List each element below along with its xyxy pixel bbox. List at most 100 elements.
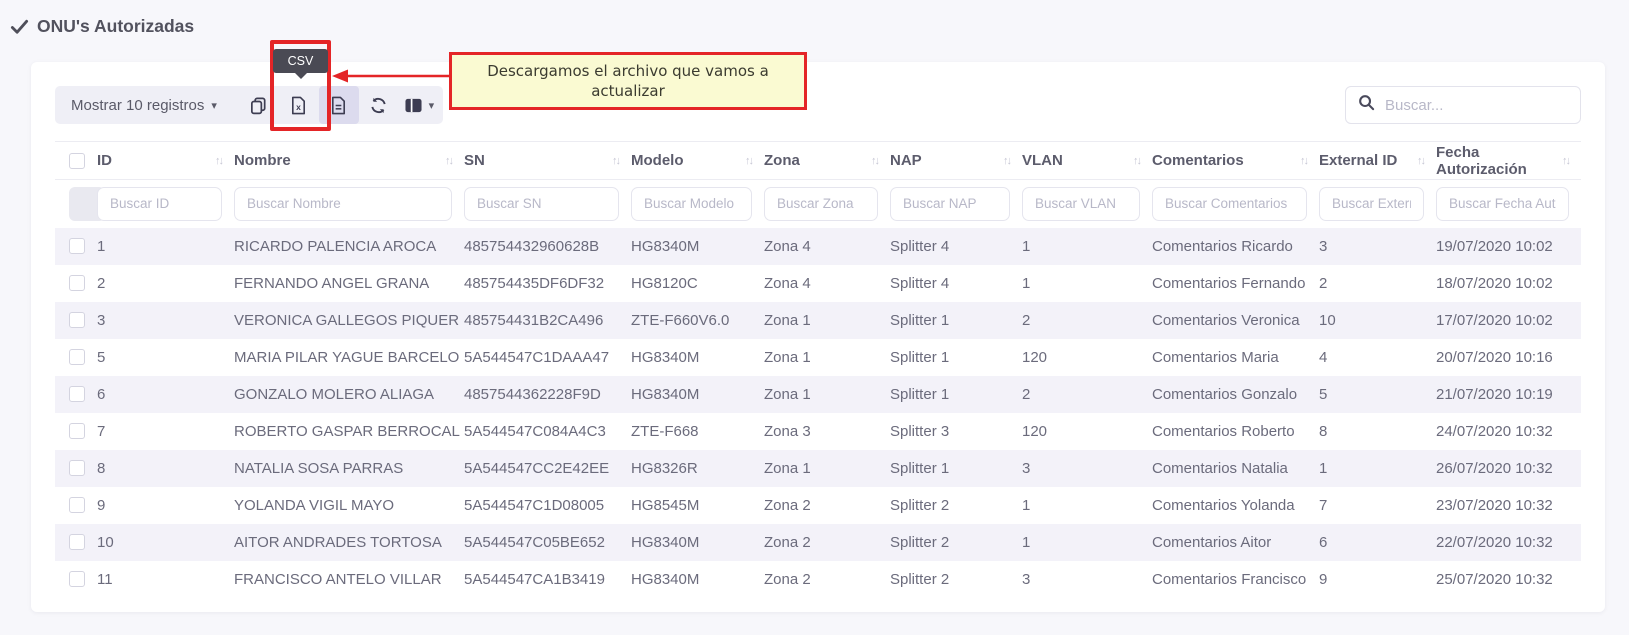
table-row: 10AITOR ANDRADES TORTOSA5A544547C05BE652… [55, 524, 1581, 561]
cell-external_id: 1 [1319, 450, 1436, 487]
column-header-sn[interactable]: SN↑↓ [464, 142, 631, 180]
row-checkbox[interactable] [69, 238, 85, 254]
column-header-nombre[interactable]: Nombre↑↓ [234, 142, 464, 180]
column-header-nap[interactable]: NAP↑↓ [890, 142, 1022, 180]
filter-input-vlan[interactable] [1022, 187, 1140, 221]
cell-nap: Splitter 2 [890, 561, 1022, 598]
cell-zona: Zona 2 [764, 524, 890, 561]
column-header-external_id[interactable]: External ID↑↓ [1319, 142, 1436, 180]
cell-zona: Zona 3 [764, 413, 890, 450]
column-label: VLAN [1022, 152, 1063, 169]
sort-icon[interactable]: ↑↓ [1003, 155, 1010, 167]
cell-external_id: 8 [1319, 413, 1436, 450]
cell-comentarios: Comentarios Francisco [1152, 561, 1319, 598]
column-header-comentarios[interactable]: Comentarios↑↓ [1152, 142, 1319, 180]
cell-external_id: 4 [1319, 339, 1436, 376]
cell-nombre: NATALIA SOSA PARRAS [234, 450, 464, 487]
column-header-vlan[interactable]: VLAN ↑↓ [1022, 142, 1152, 180]
table-row: 7ROBERTO GASPAR BERROCAL5A544547C084A4C3… [55, 413, 1581, 450]
table-row: 3VERONICA GALLEGOS PIQUER485754431B2CA49… [55, 302, 1581, 339]
header-row: ID↑↓Nombre↑↓SN↑↓Modelo↑↓Zona↑↓NAP↑↓VLAN ↑… [55, 142, 1581, 180]
filter-input-nombre[interactable] [234, 187, 452, 221]
column-header-id[interactable]: ID↑↓ [97, 142, 234, 180]
filter-input-external_id[interactable] [1319, 187, 1424, 221]
cell-vlan: 1 [1022, 265, 1152, 302]
page-length-select[interactable]: Mostrar 10 registros ▾ [71, 97, 217, 114]
cell-comentarios: Comentarios Ricardo [1152, 228, 1319, 265]
global-search [1345, 86, 1581, 124]
row-checkbox[interactable] [69, 460, 85, 476]
table-row: 8NATALIA SOSA PARRAS5A544547CC2E42EEHG83… [55, 450, 1581, 487]
search-input[interactable] [1385, 97, 1584, 114]
cell-external_id: 9 [1319, 561, 1436, 598]
filter-input-sn[interactable] [464, 187, 619, 221]
filter-input-id[interactable] [97, 187, 222, 221]
table-toolbar: Mostrar 10 registros ▾ x [55, 86, 1581, 124]
refresh-button[interactable] [359, 86, 399, 124]
cell-zona: Zona 4 [764, 265, 890, 302]
filter-input-fecha_autorizacion[interactable] [1436, 187, 1569, 221]
cell-id: 1 [97, 228, 234, 265]
cell-modelo: HG8326R [631, 450, 764, 487]
row-checkbox[interactable] [69, 571, 85, 587]
sort-icon[interactable]: ↑↓ [745, 155, 752, 167]
cell-zona: Zona 1 [764, 339, 890, 376]
cell-external_id: 10 [1319, 302, 1436, 339]
sort-icon[interactable]: ↑↓ [612, 155, 619, 167]
excel-export-button[interactable]: x [279, 86, 319, 124]
row-checkbox[interactable] [69, 386, 85, 402]
cell-vlan: 2 [1022, 376, 1152, 413]
row-checkbox[interactable] [69, 349, 85, 365]
column-visibility-button[interactable]: ▾ [399, 86, 439, 124]
cell-fecha_autorizacion: 19/07/2020 10:02 [1436, 228, 1581, 265]
sort-icon[interactable]: ↑↓ [871, 155, 878, 167]
sort-icon[interactable]: ↑↓ [215, 155, 222, 167]
column-header-fecha_autorizacion[interactable]: Fecha Autorización↑↓ [1436, 142, 1581, 180]
row-checkbox[interactable] [69, 275, 85, 291]
cell-vlan: 3 [1022, 450, 1152, 487]
cell-id: 11 [97, 561, 234, 598]
copy-button[interactable] [239, 86, 279, 124]
row-checkbox[interactable] [69, 423, 85, 439]
row-select-cell [55, 524, 97, 561]
csv-export-button[interactable] [319, 86, 359, 124]
filter-input-nap[interactable] [890, 187, 1010, 221]
select-all-checkbox[interactable] [69, 153, 85, 169]
cell-nombre: GONZALO MOLERO ALIAGA [234, 376, 464, 413]
cell-vlan: 1 [1022, 524, 1152, 561]
cell-nap: Splitter 2 [890, 487, 1022, 524]
cell-external_id: 3 [1319, 228, 1436, 265]
filter-input-zona[interactable] [764, 187, 878, 221]
filter-input-comentarios[interactable] [1152, 187, 1307, 221]
filter-input-modelo[interactable] [631, 187, 752, 221]
sort-icon[interactable]: ↑↓ [1417, 155, 1424, 167]
filter-cell-nap [890, 180, 1022, 228]
sort-icon[interactable]: ↑↓ [1562, 155, 1569, 167]
column-header-modelo[interactable]: Modelo↑↓ [631, 142, 764, 180]
cell-comentarios: Comentarios Maria [1152, 339, 1319, 376]
cell-modelo: HG8120C [631, 265, 764, 302]
sort-icon[interactable]: ↑↓ [445, 155, 452, 167]
page-length-label: Mostrar 10 registros [71, 97, 204, 114]
cell-nap: Splitter 1 [890, 376, 1022, 413]
cell-zona: Zona 1 [764, 450, 890, 487]
cell-sn: 5A544547CC2E42EE [464, 450, 631, 487]
cell-id: 7 [97, 413, 234, 450]
cell-nap: Splitter 4 [890, 228, 1022, 265]
cell-comentarios: Comentarios Yolanda [1152, 487, 1319, 524]
cell-sn: 5A544547C1DAAA47 [464, 339, 631, 376]
row-checkbox[interactable] [69, 312, 85, 328]
cell-fecha_autorizacion: 17/07/2020 10:02 [1436, 302, 1581, 339]
row-checkbox[interactable] [69, 497, 85, 513]
column-header-zona[interactable]: Zona↑↓ [764, 142, 890, 180]
cell-nombre: FRANCISCO ANTELO VILLAR [234, 561, 464, 598]
row-select-cell [55, 561, 97, 598]
cell-modelo: HG8340M [631, 339, 764, 376]
sort-icon[interactable]: ↑↓ [1300, 155, 1307, 167]
row-checkbox[interactable] [69, 534, 85, 550]
sort-icon[interactable]: ↑↓ [1133, 155, 1140, 167]
cell-fecha_autorizacion: 18/07/2020 10:02 [1436, 265, 1581, 302]
cell-sn: 5A544547C05BE652 [464, 524, 631, 561]
cell-nombre: FERNANDO ANGEL GRANA [234, 265, 464, 302]
cell-id: 6 [97, 376, 234, 413]
